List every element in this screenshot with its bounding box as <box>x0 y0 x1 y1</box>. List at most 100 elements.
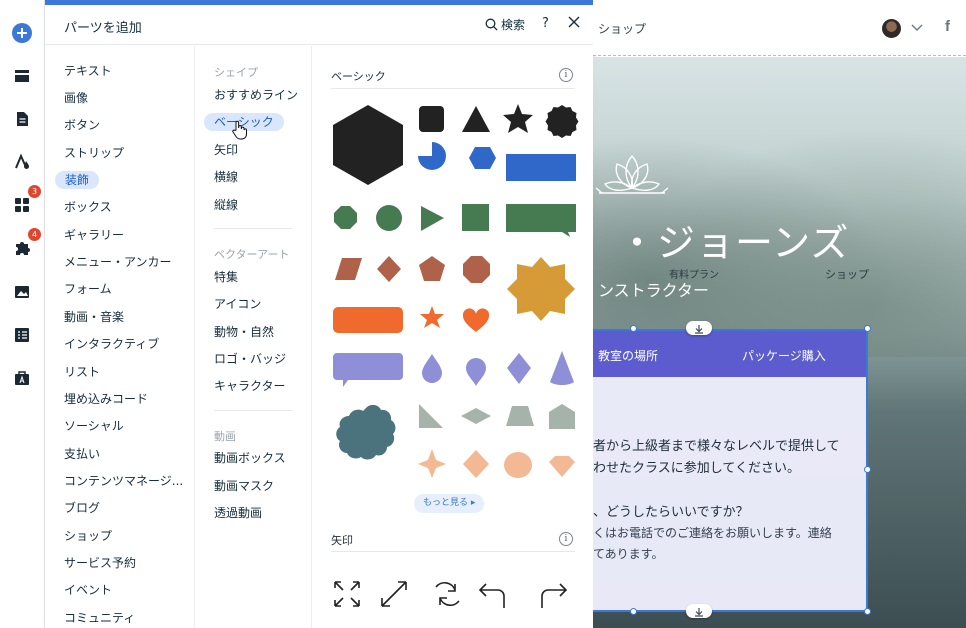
nav-link-shop[interactable]: ショップ <box>598 20 646 37</box>
category-item[interactable]: ボックス <box>64 198 112 216</box>
peach-ellipse-shape[interactable] <box>504 452 532 478</box>
show-more-button[interactable]: もっと見る ▸ <box>414 494 485 513</box>
star-shape[interactable] <box>503 104 533 133</box>
pie-shape[interactable] <box>418 142 446 170</box>
blue-rectangle-shape[interactable] <box>506 154 576 181</box>
slate-scalloped-circle-shape[interactable] <box>336 404 396 460</box>
category-item[interactable]: コミュニティ <box>64 609 135 627</box>
subcategory-item[interactable]: 縦線 <box>214 196 238 214</box>
subcategory-item[interactable]: 特集 <box>214 268 238 286</box>
orange-rounded-rect-shape[interactable] <box>333 307 403 333</box>
stretch-bottom-button[interactable] <box>686 604 712 618</box>
avatar[interactable] <box>882 19 901 38</box>
diagonal-double-arrow-icon[interactable] <box>381 581 407 607</box>
green-speech-rect-shape[interactable] <box>506 204 576 237</box>
category-item[interactable]: メニュー・アンカー <box>64 253 172 271</box>
selected-strip[interactable]: 教室の場所 パッケージ購入 者から上級者まで様々なレベルで提供して わせたクラス… <box>593 329 868 612</box>
expand-arrows-icon[interactable] <box>334 581 360 607</box>
subcategory-item[interactable]: 矢印 <box>214 141 238 159</box>
help-button[interactable]: ? <box>542 16 549 31</box>
strip-link-location[interactable]: 教室の場所 <box>598 347 658 364</box>
brown-octagon-shape[interactable] <box>463 256 490 283</box>
category-item[interactable]: テキスト <box>64 62 112 80</box>
green-square-shape[interactable] <box>462 204 489 231</box>
category-item[interactable]: インタラクティブ <box>64 335 159 353</box>
turn-right-arrow-icon[interactable] <box>541 583 568 608</box>
orange-star-shape[interactable] <box>420 306 444 328</box>
subcategory-item[interactable]: アイコン <box>214 295 261 313</box>
subcategory-item[interactable]: ロゴ・バッジ <box>214 350 286 368</box>
lavender-speech-bubble-shape[interactable] <box>333 353 403 387</box>
business-button[interactable] <box>7 363 37 393</box>
green-octagon-shape[interactable] <box>334 206 357 229</box>
lavender-drop-shape[interactable] <box>422 354 442 383</box>
hexagon-shape[interactable] <box>333 105 403 185</box>
stretch-top-button[interactable] <box>686 321 712 335</box>
subcategory-item[interactable]: キャラクター <box>214 377 286 395</box>
resize-handle[interactable] <box>864 466 871 473</box>
category-item[interactable]: 支払い <box>64 445 100 463</box>
green-circle-shape[interactable] <box>376 205 402 231</box>
resize-handle[interactable] <box>864 608 871 615</box>
category-item[interactable]: リスト <box>64 363 100 381</box>
lavender-cone-shape[interactable] <box>550 351 574 385</box>
category-item[interactable]: イベント <box>64 581 112 599</box>
chevron-down-icon[interactable] <box>910 20 924 34</box>
rounded-square-shape[interactable] <box>419 106 444 132</box>
category-item[interactable]: 埋め込みコード <box>64 390 148 408</box>
info-icon[interactable]: i <box>559 532 573 546</box>
triangle-shape[interactable] <box>462 106 490 132</box>
resize-handle[interactable] <box>630 608 637 615</box>
subcategory-item[interactable]: 横線 <box>214 168 238 186</box>
category-item[interactable]: ボタン <box>64 116 100 134</box>
category-item[interactable]: ソーシャル <box>64 417 124 435</box>
category-item[interactable]: サービス予約 <box>64 554 136 572</box>
subcategory-item[interactable]: 動画ボックス <box>214 449 286 467</box>
facebook-icon[interactable]: f <box>945 18 950 35</box>
apps-button[interactable]: 3 <box>7 185 41 220</box>
brown-parallelogram-shape[interactable] <box>335 258 362 280</box>
sage-trapezoid-shape[interactable] <box>506 406 534 426</box>
green-triangle-right-shape[interactable] <box>421 206 444 231</box>
lavender-diamond-shape[interactable] <box>507 353 531 384</box>
category-item[interactable]: フォーム <box>64 280 112 298</box>
category-item[interactable]: コンテンツマネージ... <box>64 472 183 490</box>
blue-hexagon-shape[interactable] <box>469 147 496 169</box>
subcategory-item[interactable]: 動物・自然 <box>214 323 274 341</box>
category-item[interactable]: ショップ <box>64 527 112 545</box>
resize-handle[interactable] <box>864 325 871 332</box>
brown-pentagon-shape[interactable] <box>419 256 445 281</box>
category-item[interactable]: 動画・音楽 <box>64 308 124 326</box>
design-button[interactable] <box>7 147 37 177</box>
peach-diamond-shape[interactable] <box>463 450 489 478</box>
sections-button[interactable] <box>7 61 37 91</box>
site-header[interactable]: ショップ f <box>593 0 966 56</box>
orange-heart-shape[interactable] <box>462 308 490 332</box>
add-elements-button[interactable] <box>7 18 37 48</box>
category-item[interactable]: ギャラリー <box>64 226 124 244</box>
subcategory-item[interactable]: 動画マスク <box>214 477 274 495</box>
search-button[interactable]: 検索 <box>485 16 525 33</box>
sage-right-triangle-shape[interactable] <box>419 404 443 428</box>
peach-gem-shape[interactable] <box>549 456 575 477</box>
sage-flat-diamond-shape[interactable] <box>461 408 491 424</box>
category-item[interactable]: 画像 <box>64 89 88 107</box>
mustard-starburst-shape[interactable] <box>507 257 575 321</box>
media-button[interactable] <box>7 277 37 307</box>
category-item[interactable]: ブログ <box>64 499 100 517</box>
category-item[interactable]: ストリップ <box>64 144 124 162</box>
badge-shape[interactable] <box>545 105 579 138</box>
turn-left-arrow-icon[interactable] <box>478 583 505 608</box>
cms-button[interactable] <box>7 320 37 350</box>
refresh-arrows-icon[interactable] <box>435 581 460 607</box>
brown-diamond-shape[interactable] <box>377 256 401 282</box>
close-icon[interactable] <box>566 14 582 30</box>
subcategory-item[interactable]: 透過動画 <box>214 504 262 522</box>
sage-house-shape[interactable] <box>549 404 575 429</box>
resize-handle[interactable] <box>630 325 637 332</box>
subcategory-item[interactable]: おすすめライン <box>214 86 298 104</box>
nav-link-shop-overlay[interactable]: ショップ <box>825 266 869 282</box>
peach-sparkle-shape[interactable] <box>418 449 446 478</box>
lavender-pin-shape[interactable] <box>466 358 486 386</box>
integrations-button[interactable]: 4 <box>7 228 41 263</box>
